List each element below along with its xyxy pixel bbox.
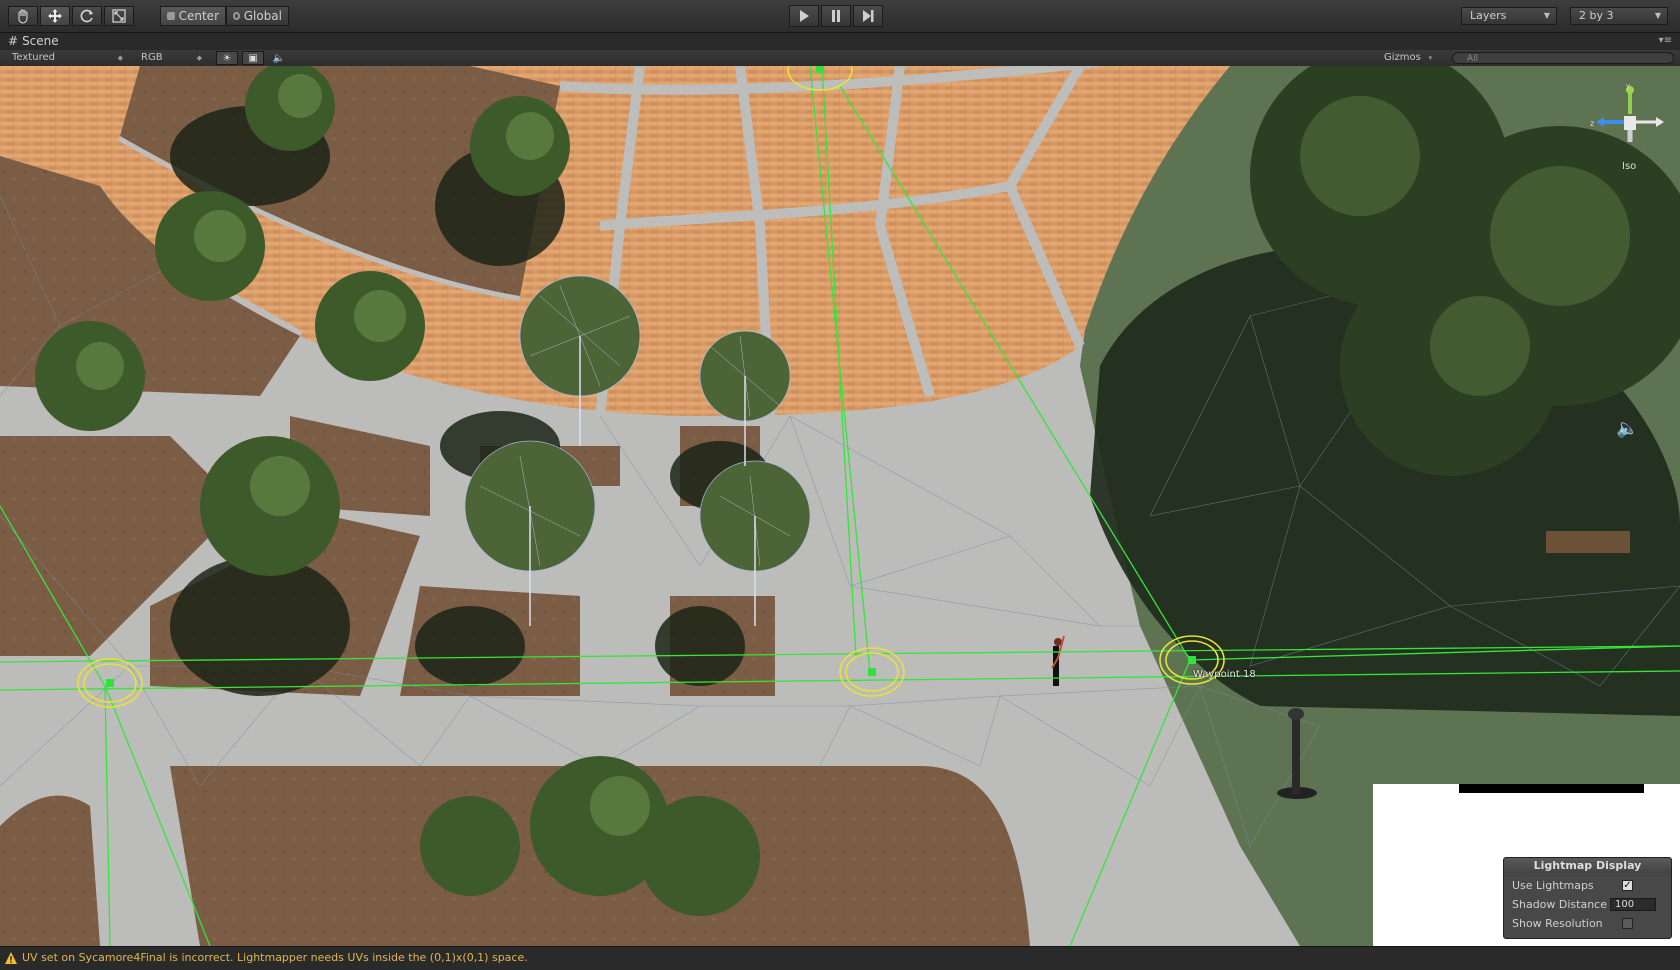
play-button[interactable] xyxy=(789,5,819,27)
shadow-distance-field[interactable]: 100 xyxy=(1610,898,1656,911)
color-mode-dropdown[interactable]: RGB ◆ xyxy=(137,51,206,65)
hand-tool-button[interactable] xyxy=(8,6,38,26)
rotate-icon xyxy=(80,9,93,23)
move-icon xyxy=(48,9,62,23)
pause-button[interactable] xyxy=(821,5,851,27)
pivot-center-icon xyxy=(167,12,175,20)
layout-dropdown-label: 2 by 3 xyxy=(1579,9,1614,22)
scene-viewport[interactable]: Waypoint 18 y z Iso 🔈 Lightmap Display U… xyxy=(0,66,1680,946)
step-button[interactable] xyxy=(853,5,883,27)
step-icon xyxy=(863,10,874,22)
gizmos-label: Gizmos xyxy=(1384,52,1421,63)
projection-label[interactable]: Iso xyxy=(1622,161,1636,172)
scale-tool-button[interactable] xyxy=(104,6,134,26)
lightmap-display-title: Lightmap Display xyxy=(1504,858,1671,873)
layers-dropdown-label: Layers xyxy=(1470,9,1507,22)
warning-icon xyxy=(5,952,17,964)
sun-icon: ☀ xyxy=(222,52,232,64)
tab-scene[interactable]: # Scene xyxy=(8,34,59,48)
global-icon xyxy=(233,12,240,20)
preview-bar xyxy=(1459,784,1644,793)
speaker-icon: 🔈 xyxy=(272,52,286,64)
chevron-down-icon: ▼ xyxy=(1654,11,1661,20)
scene-tab-label: Scene xyxy=(22,34,59,48)
scene-search-input[interactable]: All xyxy=(1452,52,1674,64)
use-lightmaps-checkbox[interactable]: ✓ xyxy=(1622,880,1633,891)
scale-icon xyxy=(112,9,126,23)
tab-menu-icon[interactable]: ▾≡ xyxy=(1659,35,1672,46)
pivot-rotation-label: Global xyxy=(243,9,282,23)
layout-dropdown[interactable]: 2 by 3 ▼ xyxy=(1570,7,1668,25)
updown-icon: ◆ xyxy=(117,54,123,62)
play-icon xyxy=(800,10,809,22)
scene-overlay-toggle[interactable]: ▣ xyxy=(242,51,264,65)
color-mode-label: RGB xyxy=(141,52,163,63)
scene-orientation-gizmo[interactable]: y z xyxy=(1590,80,1670,170)
rotate-tool-button[interactable] xyxy=(72,6,102,26)
checkmark-icon: ✓ xyxy=(1623,880,1632,891)
gizmos-dropdown[interactable]: Gizmos ▾ xyxy=(1380,51,1436,65)
pivot-rotation-toggle[interactable]: Global xyxy=(226,6,289,26)
show-resolution-checkbox[interactable] xyxy=(1622,918,1633,929)
gizmo-z-label: z xyxy=(1590,119,1594,128)
render-mode-dropdown[interactable]: Textured ◆ xyxy=(8,51,127,65)
scene-audio-toggle[interactable]: 🔈 xyxy=(268,51,290,65)
scene-view-toolbar: Textured ◆ RGB ◆ ☀ ▣ 🔈 Gizmos ▾ All xyxy=(0,50,1680,67)
image-icon: ▣ xyxy=(248,52,258,64)
pause-icon xyxy=(832,10,840,22)
shadow-distance-label: Shadow Distance xyxy=(1512,898,1607,911)
waypoint-label: Waypoint 18 xyxy=(1193,669,1256,680)
status-message: UV set on Sycamore4Final is incorrect. L… xyxy=(22,951,528,964)
chevron-down-icon: ▼ xyxy=(1543,11,1550,20)
chevron-down-icon: ▾ xyxy=(1428,54,1432,62)
show-resolution-label: Show Resolution xyxy=(1512,917,1603,930)
status-bar[interactable]: UV set on Sycamore4Final is incorrect. L… xyxy=(0,946,1680,970)
pivot-mode-label: Center xyxy=(178,9,219,23)
render-mode-label: Textured xyxy=(12,52,55,63)
use-lightmaps-label: Use Lightmaps xyxy=(1512,879,1594,892)
scene-tab-bar: # Scene ▾≡ xyxy=(0,33,1680,50)
speaker-gizmo-icon: 🔈 xyxy=(1616,418,1639,439)
scene-lighting-toggle[interactable]: ☀ xyxy=(216,51,238,65)
bench xyxy=(1546,531,1630,553)
scene-grid-icon: # xyxy=(8,34,19,48)
move-tool-button[interactable] xyxy=(40,6,70,26)
main-toolbar: Center Global Layers ▼ 2 by 3 ▼ xyxy=(0,0,1680,33)
search-placeholder: All xyxy=(1467,54,1479,64)
updown-icon: ◆ xyxy=(196,54,202,62)
lightmap-display-panel: Lightmap Display Use Lightmaps ✓ Shadow … xyxy=(1503,857,1672,939)
gizmo-y-label: y xyxy=(1626,82,1630,90)
pivot-mode-toggle[interactable]: Center xyxy=(160,6,226,26)
hand-icon xyxy=(18,9,28,24)
layers-dropdown[interactable]: Layers ▼ xyxy=(1461,7,1557,25)
